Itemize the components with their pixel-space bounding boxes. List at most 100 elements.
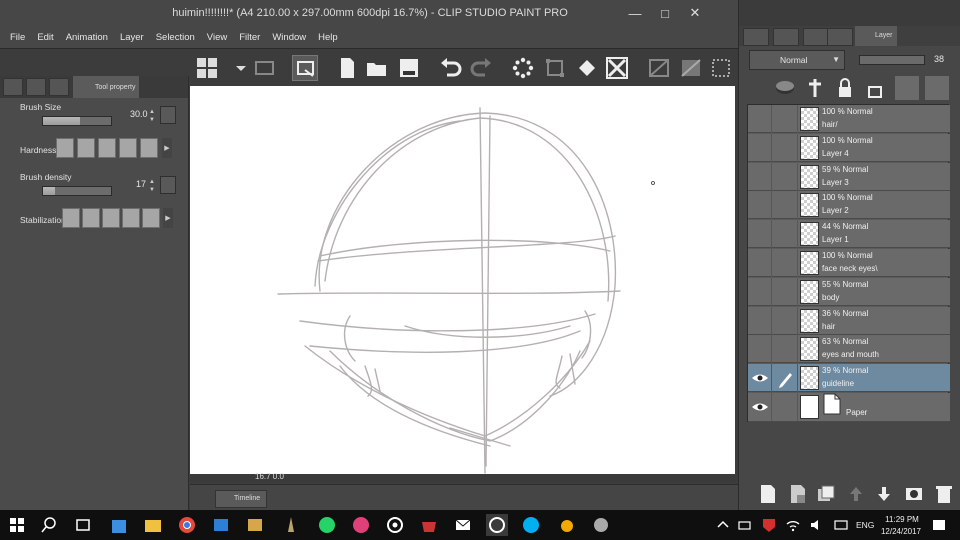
message-tray-icon[interactable] bbox=[830, 514, 852, 536]
layer-row-body[interactable]: 55 % Normal body bbox=[748, 277, 950, 306]
stabilization-option-4[interactable] bbox=[122, 208, 140, 228]
layer-edit-target[interactable] bbox=[772, 335, 798, 364]
new-raster-layer-icon[interactable] bbox=[757, 483, 779, 505]
brush-size-value[interactable]: 30.0 bbox=[130, 109, 148, 119]
brush-density-spinner[interactable]: ▲ ▼ bbox=[148, 178, 156, 194]
fill-icon[interactable] bbox=[678, 55, 704, 81]
maximize-button[interactable]: □ bbox=[650, 0, 680, 26]
transform-icon[interactable] bbox=[542, 55, 568, 81]
skype-icon[interactable] bbox=[520, 514, 542, 536]
layer-row-layer-1[interactable]: 44 % Normal Layer 1 bbox=[748, 220, 950, 249]
menu-help[interactable]: Help bbox=[312, 32, 344, 43]
mask-icon[interactable] bbox=[895, 76, 919, 100]
pressure-icon-2[interactable] bbox=[160, 176, 176, 194]
layer-row-face-neck-eyes[interactable]: 100 % Normal face neck eyes\ bbox=[748, 249, 950, 277]
save-icon[interactable] bbox=[396, 55, 422, 81]
stabilization-option-5[interactable] bbox=[142, 208, 160, 228]
layer-visibility-toggle[interactable] bbox=[748, 249, 772, 277]
transfer-down-icon[interactable] bbox=[845, 483, 867, 505]
chevron-right-icon[interactable]: ▶ bbox=[162, 138, 172, 158]
eye-icon[interactable] bbox=[748, 364, 772, 393]
layer-visibility-toggle[interactable] bbox=[748, 277, 772, 306]
layer-edit-target[interactable] bbox=[772, 220, 798, 249]
target-app-icon[interactable] bbox=[384, 514, 406, 536]
layer-edit-target[interactable] bbox=[772, 133, 798, 162]
menu-edit[interactable]: Edit bbox=[31, 32, 59, 43]
sub-tool-tab[interactable] bbox=[26, 78, 46, 96]
chevron-up-icon[interactable] bbox=[712, 514, 734, 536]
layer-visibility-toggle[interactable] bbox=[748, 306, 772, 335]
app-pink-icon[interactable] bbox=[350, 514, 372, 536]
hardness-option-1[interactable] bbox=[56, 138, 74, 158]
layer-edit-target[interactable] bbox=[772, 191, 798, 220]
hardness-option-3[interactable] bbox=[98, 138, 116, 158]
layer-row-eyes-and-mouth[interactable]: 63 % Normal eyes and mouth bbox=[748, 335, 950, 364]
layer-visibility-toggle[interactable] bbox=[748, 220, 772, 249]
layer-property-tab[interactable] bbox=[827, 28, 853, 46]
clock-date[interactable]: 12/24/2017 bbox=[877, 527, 925, 536]
delete-layer-icon[interactable] bbox=[933, 483, 955, 505]
new-folder-icon[interactable] bbox=[815, 483, 837, 505]
store-icon[interactable] bbox=[108, 514, 130, 536]
panel-menu-icon[interactable] bbox=[3, 78, 23, 96]
zoom-readout[interactable]: 16.7 0.0 bbox=[255, 472, 284, 481]
layer-row-layer-3[interactable]: 59 % Normal Layer 3 bbox=[748, 162, 950, 191]
pressure-icon[interactable] bbox=[160, 106, 176, 124]
drawing-canvas[interactable] bbox=[190, 86, 735, 474]
open-folder-icon[interactable] bbox=[364, 55, 390, 81]
tab-layer[interactable]: Layer bbox=[855, 26, 897, 46]
hardness-option-2[interactable] bbox=[77, 138, 95, 158]
menu-view[interactable]: View bbox=[201, 32, 233, 43]
whatsapp-icon[interactable] bbox=[316, 514, 338, 536]
layer-row-layer-4[interactable]: 100 % Normal Layer 4 bbox=[748, 133, 950, 162]
clip-studio-icon[interactable] bbox=[252, 55, 278, 81]
menu-window[interactable]: Window bbox=[266, 32, 312, 43]
layer-edit-target[interactable] bbox=[772, 105, 798, 133]
layer-row-hair-slash[interactable]: 100 % Normal hair/ bbox=[748, 105, 950, 133]
lock-icon[interactable] bbox=[833, 76, 857, 100]
layer-edit-target[interactable] bbox=[772, 393, 798, 421]
layer-opacity-value[interactable]: 38 bbox=[934, 54, 944, 64]
layer-visibility-toggle[interactable] bbox=[748, 133, 772, 162]
layer-edit-target[interactable] bbox=[772, 162, 798, 191]
eye-icon[interactable] bbox=[748, 393, 772, 421]
brush-density-slider[interactable] bbox=[42, 186, 112, 196]
hardness-option-4[interactable] bbox=[119, 138, 137, 158]
volume-icon[interactable] bbox=[806, 514, 828, 536]
layer-row-hair[interactable]: 36 % Normal hair bbox=[748, 306, 950, 335]
layer-edit-target[interactable] bbox=[772, 249, 798, 277]
mail-icon[interactable] bbox=[452, 514, 474, 536]
input-language[interactable]: ENG bbox=[856, 520, 874, 530]
game-app-icon[interactable] bbox=[418, 514, 440, 536]
layer-visibility-toggle[interactable] bbox=[748, 105, 772, 133]
sub-tool-tab-2[interactable] bbox=[49, 78, 69, 96]
layer-opacity-slider[interactable] bbox=[859, 55, 925, 65]
search-icon[interactable] bbox=[38, 514, 60, 536]
grid-icon[interactable] bbox=[194, 55, 220, 81]
content-icon[interactable] bbox=[292, 55, 318, 81]
app-gray-icon[interactable] bbox=[590, 514, 612, 536]
blend-mode-select[interactable]: Normal ▼ bbox=[749, 50, 845, 70]
chrome-icon[interactable] bbox=[176, 514, 198, 536]
tab-timeline[interactable]: Timeline bbox=[215, 490, 267, 508]
ruler-icon[interactable] bbox=[925, 76, 949, 100]
brush-size-slider[interactable] bbox=[42, 116, 112, 126]
merge-down-icon[interactable] bbox=[873, 483, 895, 505]
new-file-icon[interactable] bbox=[334, 55, 360, 81]
close-button[interactable]: ✕ bbox=[680, 0, 710, 26]
layer-row-guideline[interactable]: 39 % Normal guideline bbox=[748, 364, 950, 393]
action-center-icon[interactable] bbox=[928, 514, 950, 536]
stabilization-option-1[interactable] bbox=[62, 208, 80, 228]
crop-icon[interactable] bbox=[604, 55, 630, 81]
layer-row-paper[interactable]: Paper bbox=[748, 393, 950, 422]
clear-icon[interactable] bbox=[646, 55, 672, 81]
navigator-tab[interactable] bbox=[743, 28, 769, 46]
media-player-icon[interactable] bbox=[244, 514, 266, 536]
layer-row-layer-2[interactable]: 100 % Normal Layer 2 bbox=[748, 191, 950, 220]
brush-size-spinner[interactable]: ▲ ▼ bbox=[148, 108, 156, 124]
lock-transparent-icon[interactable] bbox=[863, 76, 887, 100]
wifi-icon[interactable] bbox=[782, 514, 804, 536]
color-circle-tab[interactable] bbox=[803, 28, 829, 46]
minimize-button[interactable]: — bbox=[620, 0, 650, 26]
loading-icon[interactable] bbox=[510, 55, 536, 81]
